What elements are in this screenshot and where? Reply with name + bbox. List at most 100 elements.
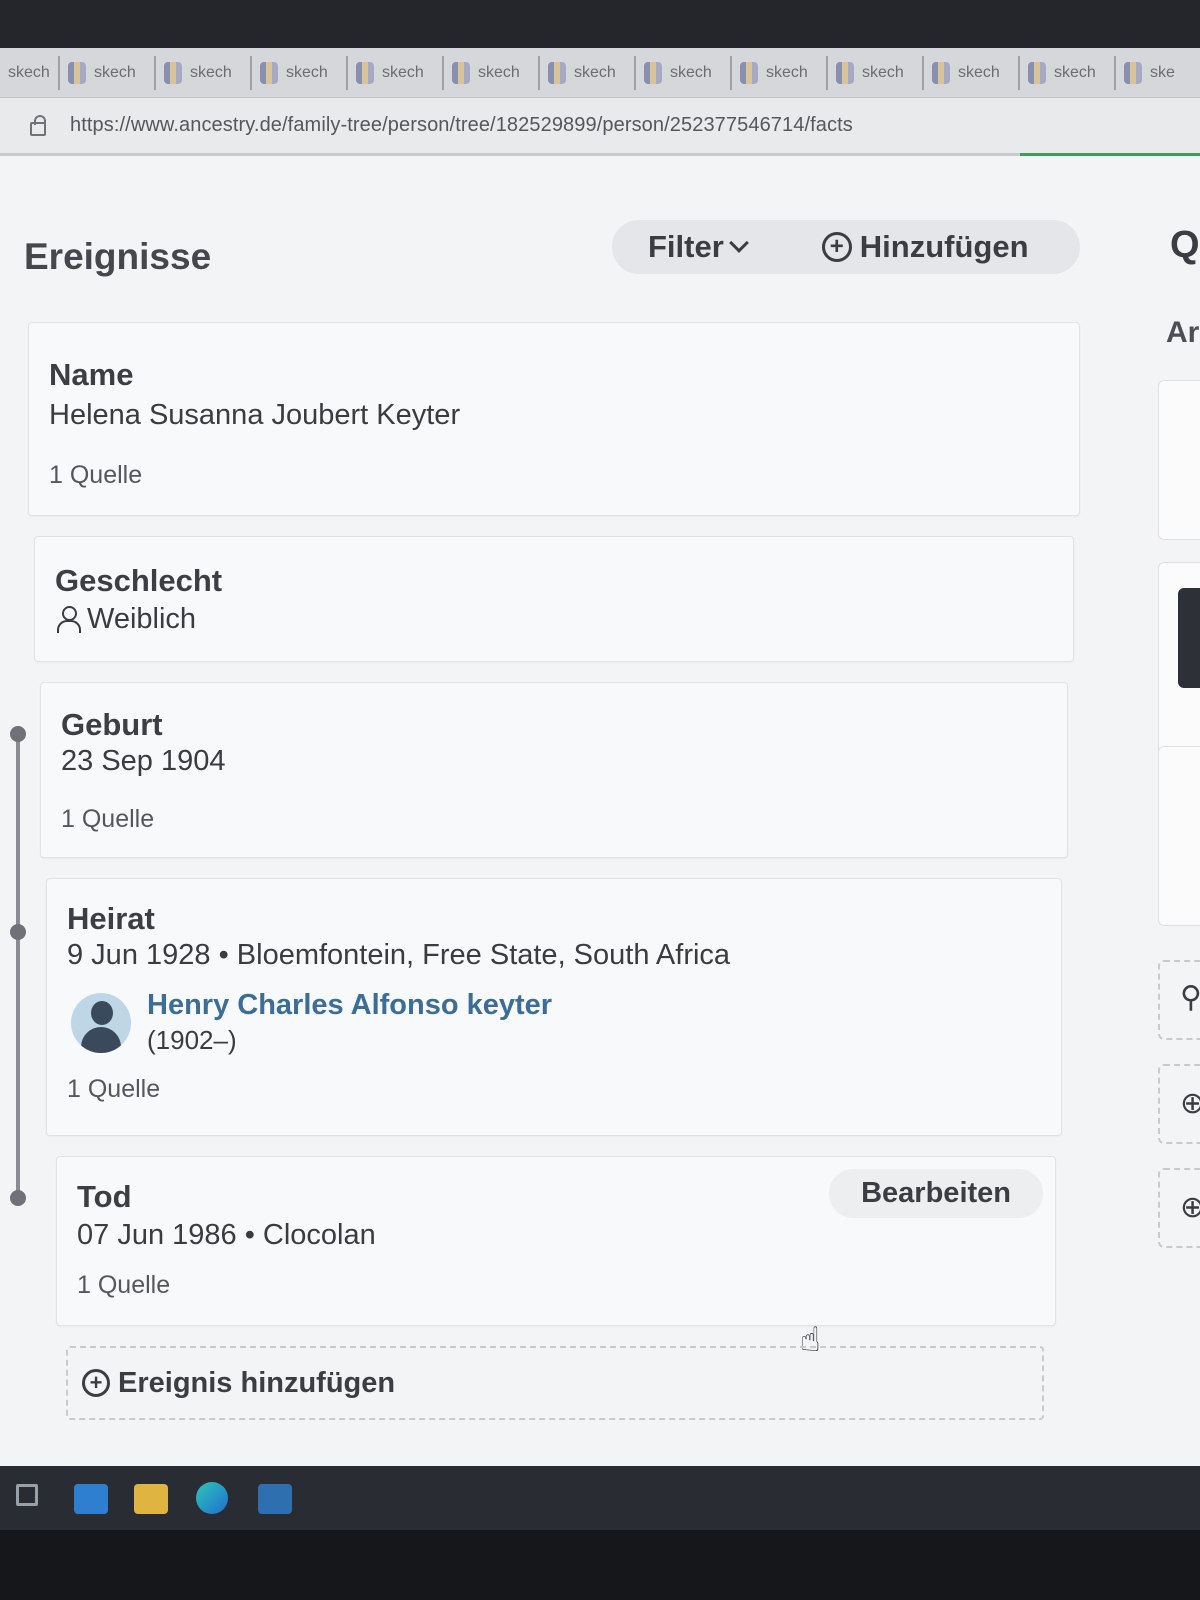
- event-card-birth[interactable]: Geburt 23 Sep 1904 1 Quelle: [40, 682, 1068, 858]
- event-label: Heirat: [67, 901, 155, 936]
- plus-circle-icon: ⊕: [1180, 1191, 1200, 1224]
- favicon-icon: [836, 61, 854, 84]
- event-label: Geburt: [61, 707, 163, 742]
- tab-label: skech: [670, 63, 712, 81]
- favicon-icon: [356, 61, 374, 84]
- timeline-line: [16, 732, 20, 1198]
- tab-label: skech: [574, 63, 616, 81]
- tab-label: skech: [958, 63, 1000, 81]
- favicon-icon: [452, 61, 470, 84]
- avatar[interactable]: [71, 993, 131, 1053]
- favicon-icon: [548, 61, 566, 84]
- tab-label: skech: [478, 63, 520, 81]
- search-icon: ⚲: [1180, 981, 1200, 1014]
- event-value: 23 Sep 1904: [61, 745, 226, 777]
- tab-label: skech: [190, 63, 232, 81]
- right-panel-subheading: Ar: [1166, 316, 1200, 349]
- source-count[interactable]: 1 Quelle: [77, 1271, 170, 1300]
- screen-bezel-bottom: [0, 1530, 1200, 1600]
- tab-label: ske: [1150, 63, 1175, 81]
- favicon-icon: [164, 61, 182, 84]
- event-value: 07 Jun 1986 • Clocolan: [77, 1219, 376, 1251]
- event-value: 9 Jun 1928 • Bloemfontein, Free State, S…: [67, 939, 731, 971]
- address-bar[interactable]: https://www.ancestry.de/family-tree/pers…: [0, 98, 1200, 156]
- person-icon: [55, 605, 81, 635]
- browser-tab[interactable]: skech: [732, 55, 828, 90]
- favicon-icon: [1028, 61, 1046, 84]
- os-taskbar: [0, 1466, 1200, 1530]
- add-button[interactable]: + Hinzufügen: [821, 229, 1029, 265]
- tab-label: skech: [862, 63, 904, 81]
- browser-tab[interactable]: skech: [924, 55, 1020, 90]
- event-label: Geschlecht: [55, 563, 223, 598]
- timeline-dot: [10, 924, 26, 940]
- right-panel-heading: Q: [1170, 224, 1200, 266]
- browser-tab[interactable]: skech: [252, 55, 348, 90]
- plus-circle-icon: +: [821, 232, 852, 262]
- side-search-card[interactable]: ⚲: [1158, 960, 1200, 1040]
- event-value: Weiblich: [87, 603, 197, 635]
- event-card-gender[interactable]: Geschlecht Weiblich: [34, 536, 1074, 662]
- task-view-icon[interactable]: [16, 1484, 38, 1506]
- tab-label: skech: [94, 63, 136, 81]
- side-add-card[interactable]: ⊕: [1158, 1168, 1200, 1248]
- edit-button[interactable]: Bearbeiten: [829, 1169, 1043, 1218]
- add-event-button[interactable]: + Ereignis hinzufügen: [66, 1346, 1044, 1420]
- source-count[interactable]: 1 Quelle: [61, 805, 154, 834]
- browser-tab[interactable]: skech: [444, 55, 540, 90]
- side-card[interactable]: [1158, 746, 1200, 926]
- filter-label: Filter: [648, 229, 724, 264]
- tab-label: skech: [382, 63, 424, 81]
- tab-label: skech: [8, 63, 50, 81]
- browser-tab-strip: skech skech skech skech skech skech skec…: [0, 48, 1200, 98]
- plus-circle-icon: +: [82, 1369, 110, 1397]
- browser-tab[interactable]: skech: [348, 55, 444, 90]
- favicon-icon: [260, 61, 278, 84]
- spouse-years: (1902–): [147, 1025, 237, 1055]
- browser-tab[interactable]: ske: [1116, 56, 1200, 90]
- browser-tab[interactable]: skech: [60, 55, 156, 90]
- mail-icon[interactable]: [74, 1484, 108, 1514]
- browser-tab[interactable]: skech: [540, 55, 636, 90]
- plus-circle-icon: ⊕: [1180, 1087, 1200, 1120]
- source-count[interactable]: 1 Quelle: [67, 1075, 160, 1104]
- browser-tab[interactable]: skech: [1020, 55, 1116, 90]
- add-event-label: Ereignis hinzufügen: [118, 1366, 396, 1399]
- favicon-icon: [68, 61, 86, 84]
- source-count[interactable]: 1 Quelle: [49, 461, 142, 490]
- filter-button[interactable]: Filter: [648, 229, 749, 265]
- screen-bezel-top: [0, 0, 1200, 48]
- favicon-icon: [1124, 61, 1142, 84]
- event-card-marriage[interactable]: Heirat 9 Jun 1928 • Bloemfontein, Free S…: [46, 878, 1062, 1136]
- side-add-card[interactable]: ⊕: [1158, 1064, 1200, 1144]
- tab-label: skech: [286, 63, 328, 81]
- file-explorer-icon[interactable]: [134, 1484, 168, 1514]
- side-card[interactable]: [1158, 380, 1200, 540]
- photos-icon[interactable]: [258, 1484, 292, 1514]
- tab-label: skech: [766, 63, 808, 81]
- tab-label: skech: [1054, 63, 1096, 81]
- facts-page: Ereignisse Filter + Hinzufügen Q Ar ⚲ ⊕ …: [0, 156, 1200, 1466]
- events-toolbar: Filter + Hinzufügen: [612, 220, 1080, 274]
- spouse-link[interactable]: Henry Charles Alfonso keyter: [147, 989, 552, 1022]
- side-card-image: [1178, 588, 1200, 688]
- event-value: Helena Susanna Joubert Keyter: [49, 399, 461, 431]
- browser-tab[interactable]: skech: [0, 55, 60, 90]
- favicon-icon: [740, 61, 758, 84]
- gender-value: Weiblich: [55, 603, 196, 636]
- chevron-down-icon: [728, 233, 749, 253]
- event-label: Tod: [77, 1179, 132, 1214]
- event-label: Name: [49, 357, 134, 392]
- favicon-icon: [932, 61, 950, 84]
- event-card-death[interactable]: Tod 07 Jun 1986 • Clocolan 1 Quelle Bear…: [56, 1156, 1056, 1326]
- browser-tab[interactable]: skech: [156, 55, 252, 90]
- add-label: Hinzufügen: [859, 229, 1029, 264]
- edge-browser-icon[interactable]: [196, 1482, 228, 1514]
- url-text[interactable]: https://www.ancestry.de/family-tree/pers…: [70, 114, 853, 137]
- browser-tab[interactable]: skech: [636, 55, 732, 90]
- timeline-dot: [10, 1190, 26, 1206]
- timeline-dot: [10, 726, 26, 742]
- browser-tab[interactable]: skech: [828, 55, 924, 90]
- lock-icon: [30, 114, 46, 136]
- event-card-name[interactable]: Name Helena Susanna Joubert Keyter 1 Que…: [28, 322, 1080, 516]
